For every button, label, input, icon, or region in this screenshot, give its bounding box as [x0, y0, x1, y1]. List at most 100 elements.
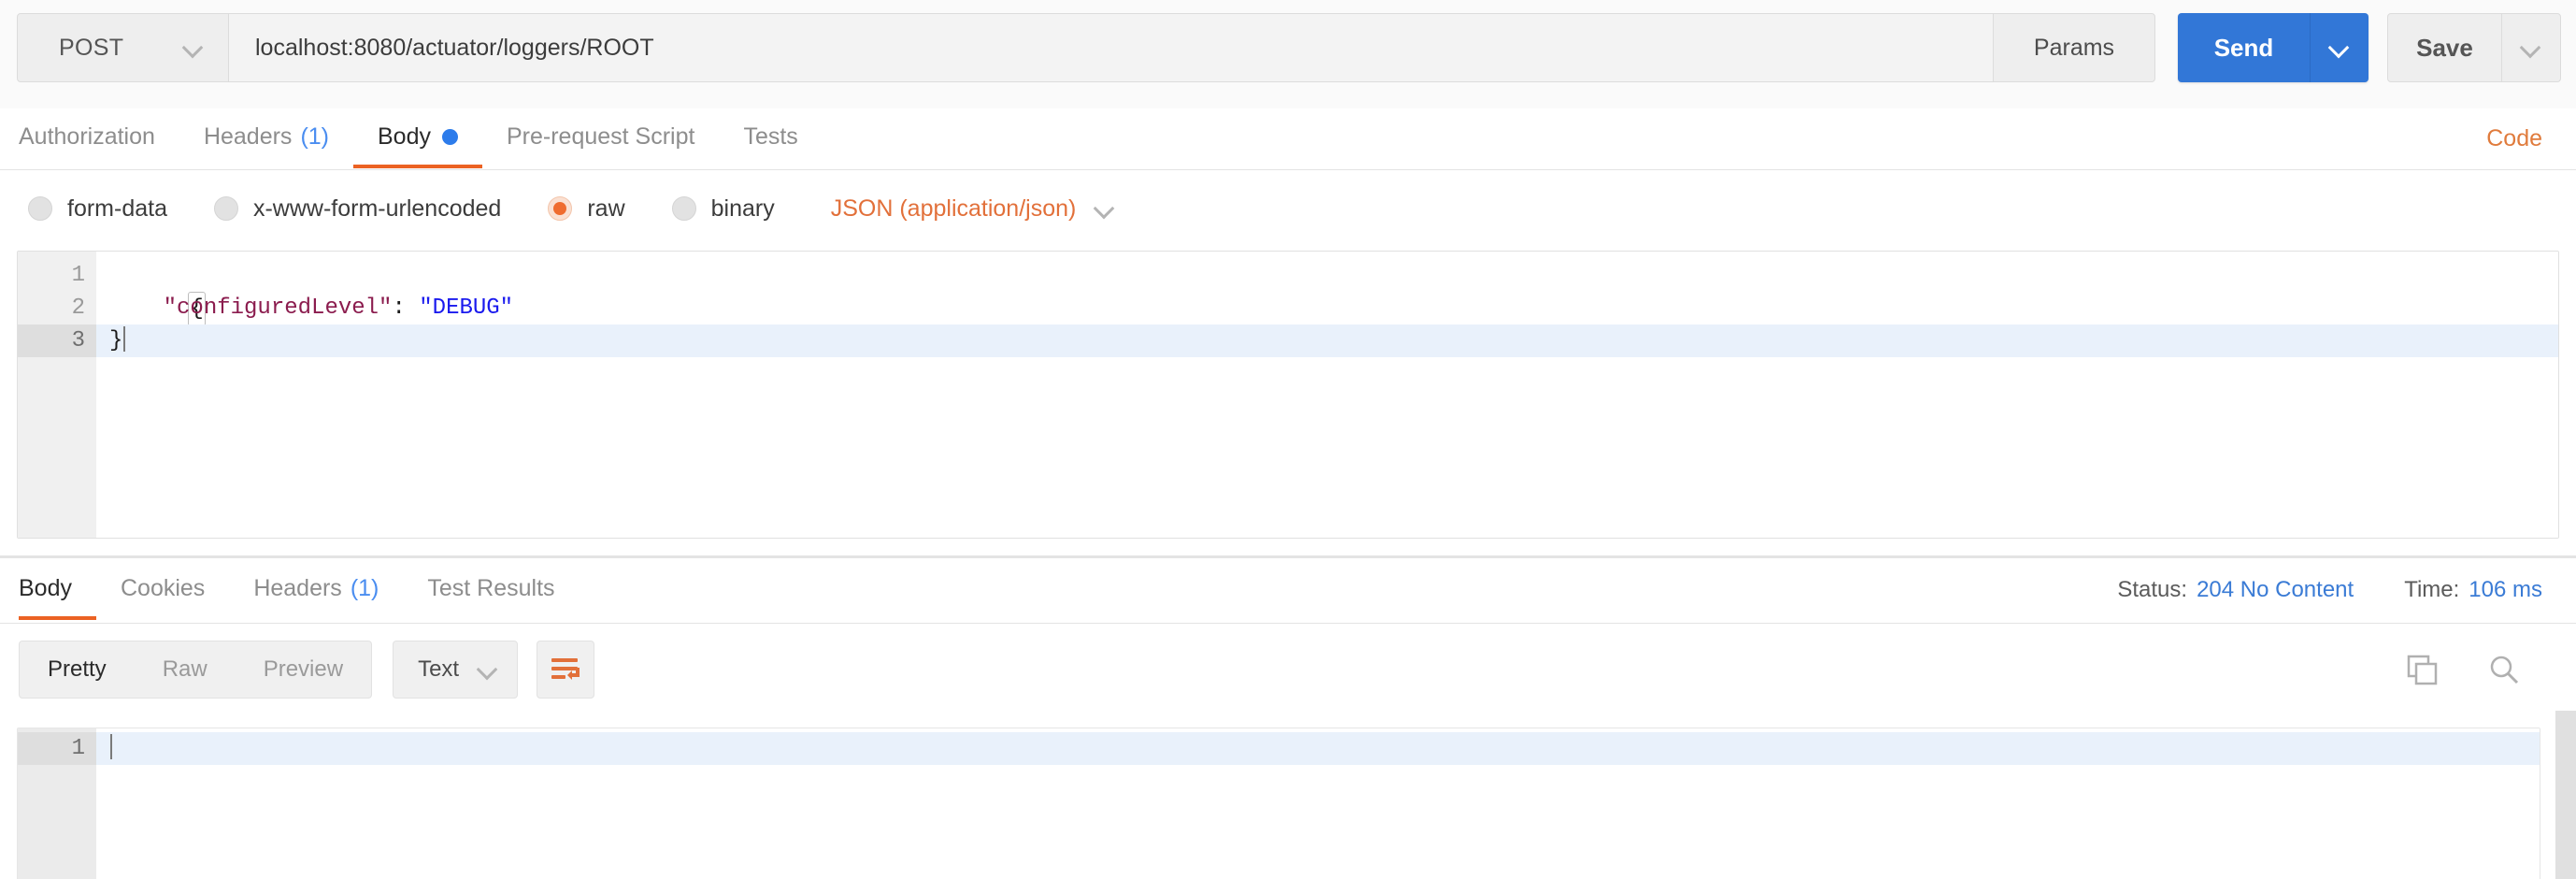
body-mode-row: form-data x-www-form-urlencoded raw bina…: [0, 170, 2576, 247]
body-mode-raw[interactable]: raw: [548, 195, 625, 223]
radio-selected-icon: [548, 196, 573, 221]
chevron-down-icon: [1095, 198, 1115, 219]
radio-icon: [213, 196, 238, 221]
view-mode-raw[interactable]: Raw: [135, 641, 236, 698]
status-value: 204 No Content: [2197, 577, 2354, 602]
body-mode-label: x-www-form-urlencoded: [252, 195, 502, 222]
radio-icon: [671, 196, 696, 221]
chevron-down-icon: [2329, 37, 2350, 58]
line-number-text: 2: [71, 295, 85, 321]
http-method-select[interactable]: POST: [18, 14, 229, 81]
response-editor-gutter: 1: [18, 728, 96, 879]
response-tab-test-results[interactable]: Test Results: [403, 560, 579, 620]
response-tab-headers[interactable]: Headers (1): [229, 560, 403, 620]
time-label: Time:: [2404, 577, 2460, 602]
copy-icon: [2407, 655, 2438, 685]
line-number: 2: [18, 292, 96, 324]
line-number-active: 1: [18, 732, 96, 765]
request-editor-gutter: 1 ▼ 2 3: [18, 252, 109, 538]
tab-label: Pre-request Script: [506, 122, 695, 150]
tab-label: Headers: [203, 122, 293, 150]
tab-label: Authorization: [19, 122, 155, 150]
tab-authorization[interactable]: Authorization: [19, 108, 179, 168]
request-tabs: Authorization Headers (1) Body Pre-reque…: [19, 108, 823, 170]
code-link[interactable]: Code: [2486, 108, 2542, 168]
http-method-label: POST: [59, 34, 124, 61]
request-url-bar-row: POST localhost:8080/actuator/loggers/ROO…: [0, 0, 2576, 108]
request-url-bar: POST localhost:8080/actuator/loggers/ROO…: [17, 13, 2155, 82]
line-number-active: 3: [18, 324, 96, 357]
tab-tests[interactable]: Tests: [719, 108, 822, 168]
view-mode-preview[interactable]: Preview: [236, 641, 371, 698]
close-brace: }: [109, 328, 123, 353]
line-number-text: 1: [71, 736, 85, 761]
params-button[interactable]: Params: [1994, 14, 2154, 81]
request-tabs-bar: Authorization Headers (1) Body Pre-reque…: [0, 108, 2576, 170]
tab-pre-request-script[interactable]: Pre-request Script: [482, 108, 719, 168]
body-mode-x-www-form-urlencoded[interactable]: x-www-form-urlencoded: [213, 195, 502, 223]
body-mode-label: form-data: [67, 195, 167, 222]
tab-label: Tests: [743, 122, 798, 150]
chevron-down-icon: [478, 659, 498, 680]
line-number-text: 1: [71, 263, 85, 288]
response-tabs-bar: Body Cookies Headers (1) Test Results St…: [0, 558, 2576, 624]
content-type-select[interactable]: JSON (application/json): [831, 195, 1116, 223]
search-button[interactable]: [2475, 641, 2533, 699]
status-label: Status:: [2117, 577, 2188, 602]
view-mode-pretty[interactable]: Pretty: [20, 641, 135, 698]
response-tabs: Body Cookies Headers (1) Test Results: [19, 560, 580, 620]
radio-icon: [28, 196, 52, 221]
text-caret: [110, 734, 112, 759]
response-editor-code[interactable]: [96, 728, 2540, 879]
response-actions: [2368, 624, 2533, 715]
response-body-editor[interactable]: 1: [17, 728, 2540, 879]
json-colon: :: [392, 295, 420, 321]
word-wrap-button[interactable]: [537, 641, 595, 699]
code-line-3: }: [96, 324, 2558, 357]
body-mode-label: binary: [710, 195, 775, 222]
code-line-2: "configuredLevel": "DEBUG": [96, 292, 2558, 324]
code-line-1: {: [96, 259, 2558, 326]
word-wrap-icon: [551, 658, 580, 680]
code-line-1: [96, 732, 2540, 765]
chevron-down-icon: [2521, 37, 2541, 58]
request-editor-code[interactable]: { "configuredLevel": "DEBUG" }: [96, 252, 2558, 538]
response-meta: Status: 204 No Content Time: 106 ms: [2117, 558, 2542, 622]
tab-count: (1): [350, 574, 379, 601]
json-key: "configuredLevel": [163, 295, 393, 321]
send-options-button[interactable]: [2311, 13, 2368, 82]
response-format-label: Text: [418, 656, 460, 682]
send-button[interactable]: Send: [2178, 13, 2311, 82]
save-button[interactable]: Save: [2388, 14, 2502, 81]
response-tab-cookies[interactable]: Cookies: [96, 560, 229, 620]
status-group: Status: 204 No Content: [2117, 577, 2354, 603]
tab-label: Cookies: [120, 574, 206, 601]
search-icon: [2490, 656, 2519, 684]
response-format-select[interactable]: Text: [393, 641, 519, 699]
copy-button[interactable]: [2393, 641, 2451, 699]
line-number: 1 ▼: [18, 259, 109, 292]
tab-label: Body: [19, 574, 72, 601]
tab-count: (1): [300, 122, 329, 150]
tab-body[interactable]: Body: [353, 108, 482, 168]
content-type-label: JSON (application/json): [830, 195, 1077, 222]
response-tab-body[interactable]: Body: [19, 560, 96, 620]
time-value: 106 ms: [2469, 577, 2542, 602]
url-input[interactable]: localhost:8080/actuator/loggers/ROOT: [229, 14, 1994, 81]
tab-headers[interactable]: Headers (1): [179, 108, 353, 168]
tab-label: Test Results: [427, 574, 555, 601]
body-mode-label: raw: [587, 195, 625, 222]
save-button-group: Save: [2387, 13, 2561, 82]
response-view-mode-group: Pretty Raw Preview: [19, 641, 373, 699]
response-scrollbar[interactable]: [2555, 711, 2576, 879]
body-modified-dot-icon: [441, 128, 458, 145]
json-value: "DEBUG": [419, 295, 514, 321]
chevron-down-icon: [183, 37, 204, 58]
line-number-text: 3: [71, 328, 85, 353]
tab-label: Body: [378, 122, 431, 150]
body-mode-form-data[interactable]: form-data: [28, 195, 167, 223]
body-mode-binary[interactable]: binary: [671, 195, 775, 223]
request-body-editor[interactable]: 1 ▼ 2 3 { "configuredLevel": "DEBUG" }: [17, 251, 2559, 539]
save-options-button[interactable]: [2502, 14, 2560, 81]
